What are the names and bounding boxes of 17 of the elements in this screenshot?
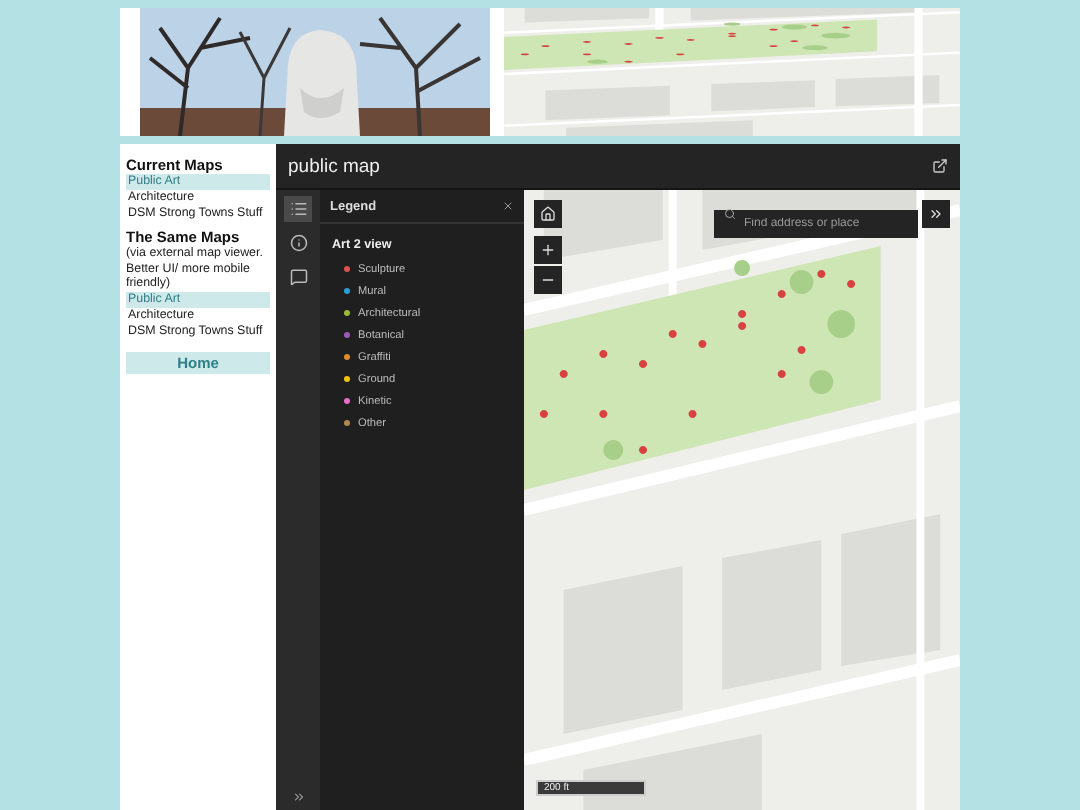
legend-icon <box>289 200 307 218</box>
comment-icon <box>289 268 307 286</box>
collapse-button[interactable] <box>922 200 950 228</box>
open-external-icon[interactable] <box>932 158 948 174</box>
app-title: public map <box>288 155 380 177</box>
rail-button[interactable] <box>284 196 312 222</box>
close-icon[interactable] <box>502 200 514 212</box>
info-icon <box>289 234 307 252</box>
zoom-in-button[interactable] <box>534 236 562 264</box>
search-icon <box>724 208 736 220</box>
home-icon <box>540 206 556 222</box>
home-button[interactable] <box>534 200 562 228</box>
chevrons-icon <box>291 790 305 804</box>
zoom-out-button[interactable] <box>534 266 562 294</box>
plus-icon <box>540 242 556 258</box>
expand-button[interactable] <box>291 790 305 804</box>
chevrons-icon <box>928 206 944 222</box>
